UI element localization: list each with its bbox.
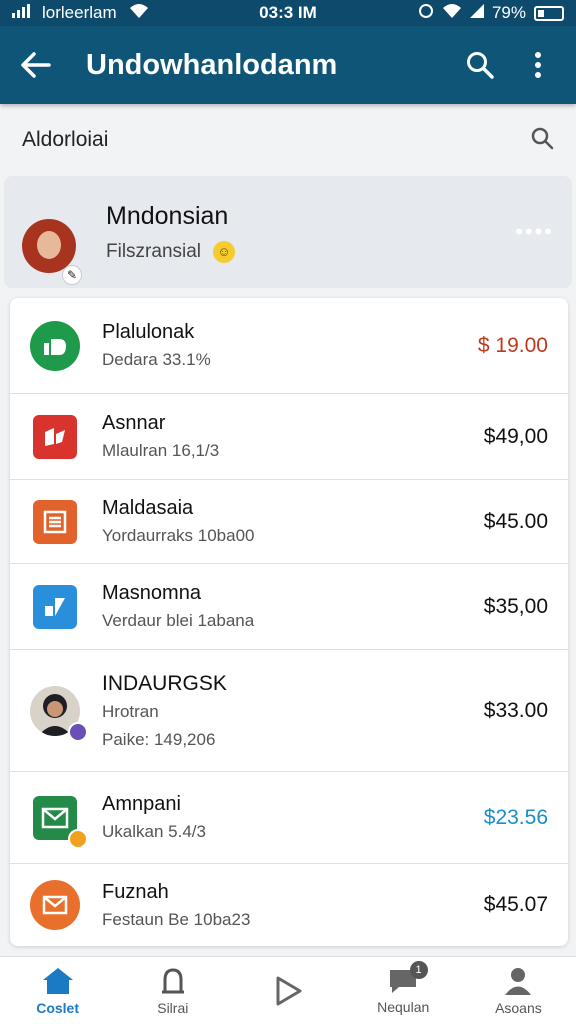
nav-home[interactable]: Coslet [0,957,115,1024]
profile-name: Mndonsian [106,201,229,230]
item-subtitle: Verdaur blei 1abana [102,611,255,630]
status-badge [68,721,88,742]
avatar: ✎ [22,197,82,285]
tag-icon [30,412,80,462]
item-amount: $49,00 [483,424,548,448]
item-amount: $23.56 [483,805,548,829]
nav-label: Asoans [495,999,542,1016]
nav-label: Coslet [36,999,79,1016]
list-item[interactable]: Masnomna Verdaur blei 1abana $35,00 [10,564,568,650]
signal-icon [12,3,30,23]
wifi-icon [442,3,462,24]
list-item[interactable]: Maldasaia Yordaurraks 10ba00 $45.00 [10,480,568,564]
list-item[interactable]: Plalulonak Dedara 33.1% $ 19.00 [10,298,568,394]
profile-card[interactable]: ✎ Mndonsian Filszransial ☺ •••• [4,176,572,288]
item-amount: $45.00 [483,509,548,533]
back-button[interactable] [16,45,56,85]
item-title: Masnomna [102,582,201,604]
smiley-icon: ☺ [213,240,236,263]
item-title: Asnnar [102,412,166,434]
nav-label: Nequlan [377,998,430,1015]
section-label: Aldorloiai [22,128,109,151]
battery-percent: 79% [491,3,526,22]
item-subtitle: Dedara 33.1% [102,350,211,369]
item-subtitle: Festaun Be 10ba23 [102,909,251,929]
search-icon [531,127,554,149]
app-bar: Undowhanlodanm [0,26,576,104]
mail-icon [30,793,88,849]
item-amount: $ 19.00 [477,333,548,357]
item-amount: $33.00 [483,698,548,722]
section-header: Aldorloiai [0,104,576,176]
overflow-menu-button[interactable] [516,43,560,87]
list-item[interactable]: INDAURGSK Hrotran Paike: 149,206 $33.00 [10,650,568,772]
profile-subtitle: Filszransial [106,240,202,262]
nav-messages[interactable]: 1 Nequlan [346,957,461,1024]
shapes-icon [30,582,80,632]
more-vertical-icon [535,52,541,78]
list-item[interactable]: Amnpani Ukalkan 5.4/3 $23.56 [10,772,568,864]
cash-icon [30,320,80,371]
battery-icon [534,5,564,21]
item-amount: $35,00 [483,594,548,618]
play-icon [276,976,302,1005]
item-title: Plalulonak [102,321,195,343]
search-icon [467,52,494,79]
item-title: Fuznah [102,880,169,903]
search-button[interactable] [458,43,502,87]
edit-badge-icon: ✎ [62,265,82,285]
list-item[interactable]: Fuznah Festaun Be 10ba23 $45.07 [10,864,568,946]
person-avatar [30,685,88,742]
item-title: Amnpani [102,793,181,815]
nav-profile[interactable]: Asoans [461,957,576,1024]
home-icon [42,967,73,994]
item-title: Maldasaia [102,497,194,519]
section-search-button[interactable] [530,126,554,155]
item-detail: Paike: 149,206 [102,729,216,749]
bottom-navigation: Coslet Silrai 1 Nequlan Asoans [0,956,576,1024]
bell-icon [161,967,184,993]
carrier-name: lorleerlam [42,3,117,22]
item-subtitle: Mlaulran 16,1/3 [102,441,220,460]
item-subtitle: Yordaurraks 10ba00 [102,526,255,545]
notification-badge: 1 [409,961,428,979]
transaction-list: Plalulonak Dedara 33.1% $ 19.00 Asnnar M… [10,298,568,946]
arrow-left-icon [21,52,51,78]
signal-icon [469,3,484,23]
page-title: Undowhanlodanm [86,48,338,81]
nav-label: Silrai [157,999,189,1016]
clock: 03:3 IM [259,3,317,22]
item-subtitle: Hrotran [102,701,159,721]
clipboard-icon [30,497,80,547]
nav-play[interactable] [230,957,345,1024]
person-icon [505,967,532,995]
nav-notifications[interactable]: Silrai [115,957,230,1024]
envelope-icon [30,880,80,930]
lock-badge-icon [68,828,88,849]
item-subtitle: Ukalkan 5.4/3 [102,822,206,841]
item-title: INDAURGSK [102,671,227,695]
item-amount: $45.07 [483,893,548,916]
wifi-icon [129,3,149,24]
status-bar: lorleerlam 03:3 IM 79% [0,0,576,26]
alarm-icon [418,3,434,24]
list-item[interactable]: Asnnar Mlaulran 16,1/3 $49,00 [10,394,568,480]
more-horizontal-icon[interactable]: •••• [515,219,554,245]
